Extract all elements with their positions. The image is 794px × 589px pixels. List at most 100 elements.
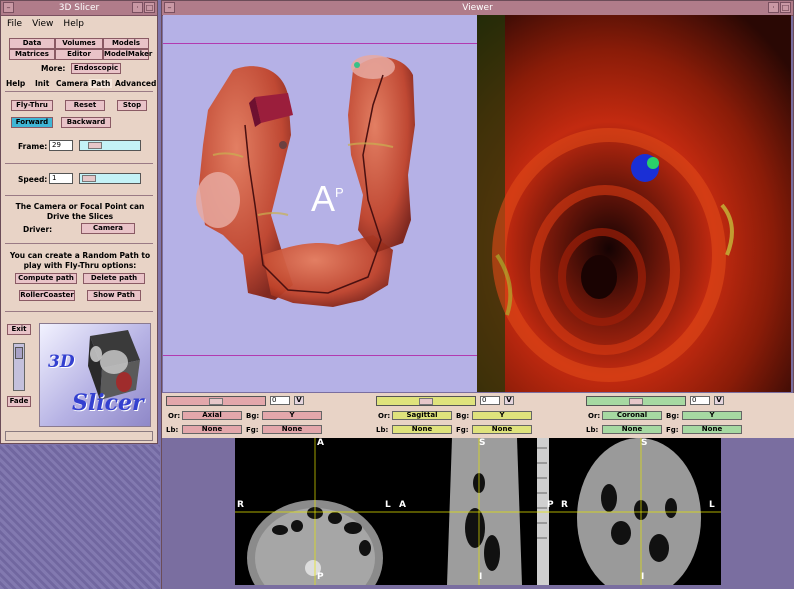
axial-orient-menu[interactable]: Axial <box>182 411 242 420</box>
axial-label-menu[interactable]: None <box>182 425 242 434</box>
more-module-button[interactable]: Endoscopic <box>71 63 121 74</box>
axial-bg-menu[interactable]: Y <box>262 411 322 420</box>
divider <box>5 243 153 244</box>
window-menu-icon[interactable]: – <box>164 2 175 13</box>
control-window-title: 3D Slicer <box>58 3 100 13</box>
axial-slice-view[interactable]: A R L P <box>235 438 397 585</box>
module-data-button[interactable]: Data <box>9 38 55 49</box>
sagittal-slider-thumb[interactable] <box>419 398 433 405</box>
frame-slider-thumb[interactable] <box>88 142 102 149</box>
endoscopic-image <box>477 15 791 392</box>
viewer-window-title: Viewer <box>462 3 493 13</box>
tab-help[interactable]: Help <box>6 79 25 88</box>
show-path-button[interactable]: Show Path <box>87 290 141 301</box>
module-models-button[interactable]: Models <box>103 38 149 49</box>
slice-control-panel: 0 V Or: Axial Bg: Y Lb: None Fg: None 0 … <box>162 393 794 438</box>
sagittal-label-left: A <box>399 500 406 510</box>
3d-view[interactable]: A P <box>163 15 477 392</box>
tab-init[interactable]: Init <box>35 79 49 88</box>
tab-camera[interactable]: Camera <box>56 79 88 88</box>
forward-button[interactable]: Forward <box>11 117 53 128</box>
coronal-fg-menu[interactable]: None <box>682 425 742 434</box>
coronal-label-top: S <box>641 438 648 448</box>
sagittal-label-bottom: I <box>479 572 483 582</box>
axial-label-left: R <box>237 500 244 510</box>
sagittal-fg-label: Fg: <box>456 426 469 434</box>
module-modelmaker-button[interactable]: ModelMaker <box>103 49 152 60</box>
coronal-orient-menu[interactable]: Coronal <box>602 411 662 420</box>
coronal-controls: 0 V Or: Coronal Bg: Y Lb: None Fg: None <box>582 393 792 438</box>
backward-button[interactable]: Backward <box>61 117 111 128</box>
sagittal-fg-menu[interactable]: None <box>472 425 532 434</box>
exit-button[interactable]: Exit <box>7 324 31 335</box>
tab-bar: Help Init Camera Path Advanced <box>1 79 157 91</box>
sagittal-bg-menu[interactable]: Y <box>472 411 532 420</box>
sagittal-orient-menu[interactable]: Sagittal <box>392 411 452 420</box>
fly-thru-button[interactable]: Fly-Thru <box>11 100 53 111</box>
maximize-icon[interactable]: □ <box>780 2 791 13</box>
coronal-offset-slider[interactable] <box>586 396 686 406</box>
minimize-icon[interactable]: · <box>768 2 779 13</box>
control-titlebar[interactable]: – 3D Slicer · □ <box>1 1 157 16</box>
reset-button[interactable]: Reset <box>65 100 105 111</box>
orientation-letter-a: A <box>311 178 336 219</box>
sagittal-slice-view[interactable]: S A P I <box>397 438 559 585</box>
rollercoaster-button[interactable]: RollerCoaster <box>19 290 75 301</box>
frame-slider[interactable] <box>79 140 141 151</box>
minimize-icon[interactable]: · <box>132 2 143 13</box>
speed-slider-thumb[interactable] <box>82 175 96 182</box>
endoscopic-view[interactable] <box>477 15 791 392</box>
coronal-slice-view[interactable]: S R L I <box>559 438 721 585</box>
coronal-label-right: L <box>709 500 715 510</box>
sagittal-offset-input[interactable]: 0 <box>480 396 500 405</box>
desktop-background <box>0 445 160 589</box>
window-menu-icon[interactable]: – <box>3 2 14 13</box>
module-editor-button[interactable]: Editor <box>55 49 103 60</box>
fade-slider-thumb[interactable] <box>15 347 23 359</box>
coronal-offset-input[interactable]: 0 <box>690 396 710 405</box>
coronal-fg-label: Fg: <box>666 426 679 434</box>
compute-path-button[interactable]: Compute path <box>15 273 77 284</box>
coronal-label-menu[interactable]: None <box>602 425 662 434</box>
fade-slider[interactable] <box>13 343 25 391</box>
fade-button[interactable]: Fade <box>7 396 31 407</box>
frame-input[interactable]: 29 <box>49 140 73 151</box>
sagittal-lb-label: Lb: <box>376 426 389 434</box>
delete-path-button[interactable]: Delete path <box>83 273 145 284</box>
sagittal-visibility-button[interactable]: V <box>504 396 514 405</box>
speed-label: Speed: <box>18 175 48 184</box>
module-volumes-button[interactable]: Volumes <box>55 38 103 49</box>
driver-menu-button[interactable]: Camera <box>81 223 135 234</box>
coronal-or-label: Or: <box>588 412 601 420</box>
axial-visibility-button[interactable]: V <box>294 396 304 405</box>
sagittal-label-menu[interactable]: None <box>392 425 452 434</box>
stop-button[interactable]: Stop <box>117 100 147 111</box>
menu-bar: File View Help <box>1 16 157 32</box>
axial-fg-menu[interactable]: None <box>262 425 322 434</box>
tab-path[interactable]: Path <box>89 79 113 88</box>
logo-text-slicer: Slicer <box>72 390 144 416</box>
coronal-slider-thumb[interactable] <box>629 398 643 405</box>
maximize-icon[interactable]: □ <box>144 2 155 13</box>
sagittal-controls: 0 V Or: Sagittal Bg: Y Lb: None Fg: None <box>372 393 582 438</box>
axial-offset-input[interactable]: 0 <box>270 396 290 405</box>
module-matrices-button[interactable]: Matrices <box>9 49 55 60</box>
divider <box>5 163 153 164</box>
axial-offset-slider[interactable] <box>166 396 266 406</box>
coronal-bg-menu[interactable]: Y <box>682 411 742 420</box>
menu-view[interactable]: View <box>32 16 53 32</box>
speed-input[interactable]: 1 <box>49 173 73 184</box>
coronal-visibility-button[interactable]: V <box>714 396 724 405</box>
axial-slider-thumb[interactable] <box>209 398 223 405</box>
speed-slider[interactable] <box>79 173 141 184</box>
tab-divider <box>5 91 153 92</box>
axial-lb-label: Lb: <box>166 426 179 434</box>
driver-label: Driver: <box>23 225 53 234</box>
sagittal-offset-slider[interactable] <box>376 396 476 406</box>
random-path-note: You can create a Random Path to play wit… <box>9 251 151 270</box>
menu-help[interactable]: Help <box>63 16 84 32</box>
tab-advanced[interactable]: Advanced <box>115 79 156 88</box>
menu-file[interactable]: File <box>7 16 22 32</box>
viewer-titlebar[interactable]: – Viewer · □ <box>162 1 793 16</box>
axial-bg-label: Bg: <box>246 412 260 420</box>
